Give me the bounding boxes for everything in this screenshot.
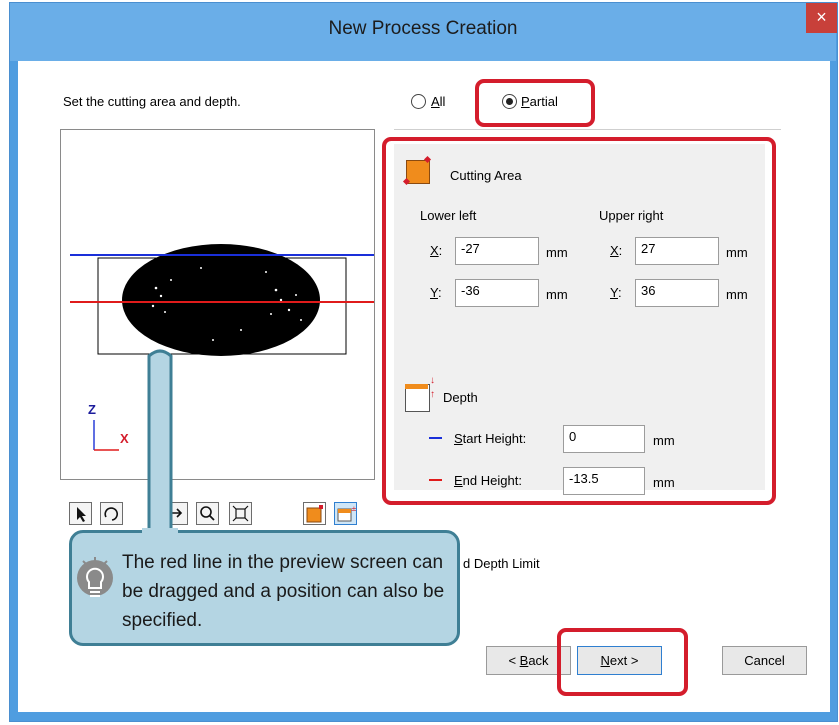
upper-right-label: Upper right	[599, 208, 664, 223]
depth-icon: ↓ ↑	[405, 376, 435, 412]
lightbulb-icon	[75, 556, 115, 606]
start-height-label: Start Height:	[454, 431, 527, 446]
partial-highlight-frame	[475, 79, 595, 127]
depth-tool-button[interactable]: ±	[334, 502, 357, 525]
hint-text: The red line in the preview screen can b…	[122, 552, 445, 631]
upper-right-x-label: X:	[610, 243, 623, 258]
next-highlight-frame	[557, 628, 688, 696]
radio-all[interactable]	[411, 94, 426, 109]
cutting-area-tool-button[interactable]	[303, 502, 326, 525]
depth-limit-option-label: d Depth Limit	[463, 556, 540, 571]
end-height-field[interactable]: -13.5	[563, 467, 645, 495]
cutting-area-heading: Cutting Area	[450, 168, 522, 183]
fit-view-button[interactable]	[229, 502, 252, 525]
lower-left-x-label: X:	[430, 243, 443, 258]
lower-left-y-field[interactable]: -36	[455, 279, 539, 307]
start-height-field[interactable]: 0	[563, 425, 645, 453]
lower-left-x-unit: mm	[546, 245, 568, 260]
upper-right-y-field[interactable]: 36	[635, 279, 719, 307]
dialog-title: New Process Creation	[328, 18, 518, 39]
start-height-legend	[429, 437, 442, 439]
upper-right-x-unit: mm	[726, 245, 748, 260]
end-height-unit: mm	[653, 475, 675, 490]
lower-left-y-unit: mm	[546, 287, 568, 302]
upper-right-y-label: Y:	[610, 285, 622, 300]
magnifier-icon	[200, 506, 215, 521]
lower-left-x-field[interactable]: -27	[455, 237, 539, 265]
end-height-legend	[429, 479, 442, 481]
radio-all-label: All	[431, 94, 446, 109]
depth-heading: Depth	[443, 390, 478, 405]
zoom-tool-button[interactable]	[196, 502, 219, 525]
model-shape	[122, 244, 320, 356]
arrow-pointer-icon	[77, 507, 86, 522]
cancel-button[interactable]: Cancel	[722, 646, 807, 675]
axis-x-label: X	[120, 431, 129, 446]
end-height-label: End Height:	[454, 473, 522, 488]
select-tool-button[interactable]	[69, 502, 92, 525]
preview-canvas[interactable]	[60, 129, 375, 480]
rotate-icon	[104, 507, 119, 521]
lower-left-label: Lower left	[420, 208, 477, 223]
close-button[interactable]: ×	[806, 3, 837, 33]
instruction-text: Set the cutting area and depth.	[63, 94, 241, 109]
cutting-area-small-icon	[306, 505, 323, 523]
lower-left-y-label: Y:	[430, 285, 442, 300]
axis-z-label: Z	[88, 402, 96, 417]
start-height-unit: mm	[653, 433, 675, 448]
upper-right-y-unit: mm	[726, 287, 748, 302]
fit-view-icon	[232, 505, 249, 522]
callout-pointer	[137, 348, 183, 534]
cutting-area-icon	[402, 155, 432, 186]
callout-joint	[142, 528, 178, 536]
separator-line	[394, 129, 781, 130]
rotate-tool-button[interactable]	[100, 502, 123, 525]
upper-right-x-field[interactable]: 27	[635, 237, 719, 265]
depth-small-icon: ±	[337, 505, 357, 522]
preview-graphic	[70, 244, 374, 451]
svg-text:±: ±	[351, 505, 356, 513]
